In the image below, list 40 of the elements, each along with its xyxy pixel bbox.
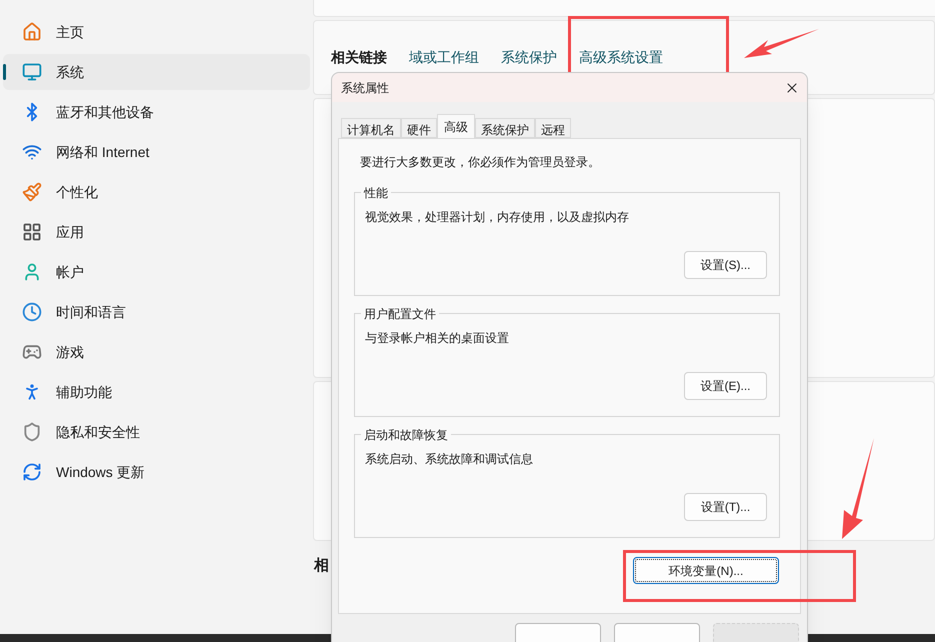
shield-icon: [22, 422, 42, 442]
sidebar-item[interactable]: 网络和 Internet: [3, 134, 310, 170]
settings-link[interactable]: 系统保护: [501, 47, 557, 68]
dialog-title: 系统属性: [341, 80, 389, 97]
dialog-tab[interactable]: 计算机名: [341, 118, 401, 138]
dialog-tab[interactable]: 高级: [437, 114, 475, 138]
settings-button[interactable]: 设置(T)...: [684, 493, 767, 522]
settings-link[interactable]: 域或工作组: [409, 47, 479, 68]
sidebar-item[interactable]: 时间和语言: [3, 294, 310, 330]
section-heading: 相: [314, 557, 329, 574]
sidebar-item[interactable]: 帐户: [3, 254, 310, 290]
sidebar-item[interactable]: 系统: [3, 54, 310, 90]
arrow-icon: [744, 27, 820, 59]
settings-link[interactable]: 高级系统设置: [579, 47, 663, 68]
sidebar-item[interactable]: 游戏: [3, 334, 310, 370]
dialog-tab[interactable]: 远程: [535, 118, 571, 138]
selection-indicator: [3, 64, 6, 80]
sidebar-item[interactable]: 应用: [3, 214, 310, 250]
clock-icon: [22, 302, 42, 322]
settings-button[interactable]: 设置(E)...: [684, 372, 767, 400]
environment-variables-button[interactable]: 环境变量(N)...: [633, 557, 779, 584]
sidebar-item[interactable]: 隐私和安全性: [3, 414, 310, 450]
monitor-icon: [22, 62, 42, 82]
sidebar-item[interactable]: 蓝牙和其他设备: [3, 94, 310, 130]
related-links-title: 相关链接: [331, 48, 387, 67]
settings-button[interactable]: 设置(S)...: [684, 251, 767, 280]
group-description: 系统启动、系统故障和调试信息: [365, 451, 534, 468]
group-description: 与登录帐户相关的桌面设置: [365, 330, 510, 348]
paintbrush-icon: [22, 182, 42, 202]
dialog-tab[interactable]: 硬件: [401, 118, 437, 138]
sidebar-item[interactable]: 个性化: [3, 174, 310, 210]
sidebar-item[interactable]: 辅助功能: [3, 374, 310, 410]
admin-notice: 要进行大多数更改，你必须作为管理员登录。: [359, 154, 601, 172]
sidebar-item[interactable]: 主页: [3, 14, 310, 50]
dialog-tab[interactable]: 系统保护: [475, 118, 535, 138]
refresh-icon: [22, 462, 42, 482]
group-description: 视觉效果，处理器计划，内存使用，以及虚拟内存: [365, 209, 630, 226]
apps-icon: [22, 222, 42, 242]
sidebar-item[interactable]: Windows 更新: [3, 454, 310, 490]
home-icon: [22, 22, 42, 42]
